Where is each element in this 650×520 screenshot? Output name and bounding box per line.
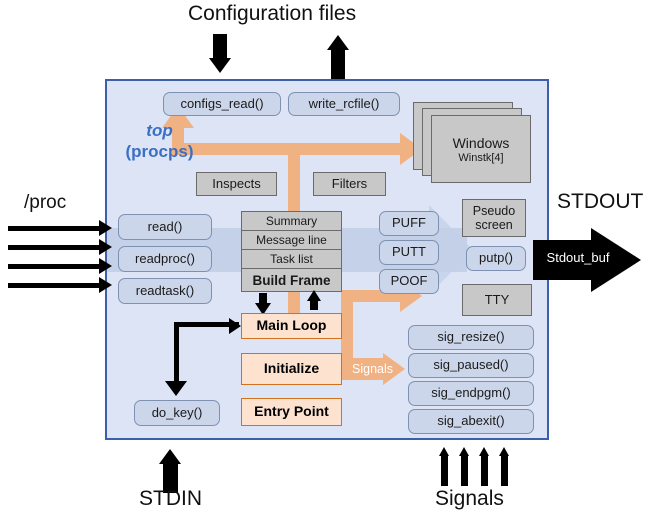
- build-frame-row-build-frame[interactable]: Build Frame: [241, 268, 342, 292]
- pseudo-screen-box[interactable]: Pseudo screen: [462, 199, 526, 237]
- sig-resize-box[interactable]: sig_resize(): [408, 325, 534, 350]
- brand-line-1: top: [146, 121, 173, 140]
- initialize-box[interactable]: Initialize: [241, 353, 342, 385]
- configs-read-box[interactable]: configs_read(): [163, 92, 281, 116]
- read-label: read(): [147, 218, 183, 234]
- pseudo-screen-line-2: screen: [475, 218, 513, 232]
- label-configuration-files: Configuration files: [188, 2, 357, 25]
- poof-label: POOF: [390, 273, 428, 289]
- build-frame-row-task-list[interactable]: Task list: [241, 249, 342, 269]
- readproc-box[interactable]: readproc(): [118, 246, 212, 272]
- puff-box[interactable]: PUFF: [379, 211, 439, 236]
- sig-resize-label: sig_resize(): [437, 329, 505, 345]
- window-card-front: Windows Winstk[4]: [431, 115, 531, 183]
- sig-endpgm-label: sig_endpgm(): [431, 385, 511, 401]
- putt-label: PUTT: [392, 244, 426, 260]
- entry-point-box[interactable]: Entry Point: [241, 398, 342, 426]
- tty-label: TTY: [484, 291, 510, 307]
- poof-box[interactable]: POOF: [379, 269, 439, 294]
- stdout-arrow: Stdout_buf: [533, 228, 641, 292]
- write-rcfile-label: write_rcfile(): [308, 95, 380, 111]
- build-frame-label: Build Frame: [252, 272, 331, 288]
- sig-paused-box[interactable]: sig_paused(): [408, 353, 534, 378]
- inspects-label: Inspects: [212, 175, 261, 191]
- sig-abexit-box[interactable]: sig_abexit(): [408, 409, 534, 434]
- label-stdout: STDOUT: [557, 190, 644, 213]
- write-rcfile-box[interactable]: write_rcfile(): [288, 92, 400, 116]
- label-signals: Signals: [435, 487, 504, 510]
- build-frame-row-message-line[interactable]: Message line: [241, 230, 342, 250]
- initialize-label: Initialize: [263, 360, 320, 377]
- do-key-box[interactable]: do_key(): [134, 400, 220, 426]
- sig-endpgm-box[interactable]: sig_endpgm(): [408, 381, 534, 406]
- build-frame-row-summary[interactable]: Summary: [241, 211, 342, 231]
- main-loop-label: Main Loop: [256, 317, 327, 334]
- signals-arrow-label: Signals: [352, 362, 393, 376]
- inspects-box[interactable]: Inspects: [196, 172, 277, 196]
- putt-box[interactable]: PUTT: [379, 240, 439, 265]
- sig-abexit-label: sig_abexit(): [437, 413, 505, 429]
- summary-label: Summary: [265, 214, 318, 228]
- sig-paused-label: sig_paused(): [433, 357, 509, 373]
- diagram-canvas: Configuration files Signals configs_read…: [0, 0, 650, 520]
- tty-box[interactable]: TTY: [462, 284, 532, 316]
- task-list-label: Task list: [270, 252, 313, 266]
- configs-read-label: configs_read(): [180, 95, 264, 111]
- main-loop-box[interactable]: Main Loop: [241, 313, 342, 339]
- stdout-buf-label: Stdout_buf: [546, 250, 610, 265]
- putp-label: putp(): [479, 250, 513, 266]
- putp-box[interactable]: putp(): [466, 246, 526, 271]
- readproc-label: readproc(): [135, 250, 195, 266]
- windows-subtitle: Winstk[4]: [458, 151, 504, 164]
- filters-box[interactable]: Filters: [313, 172, 386, 196]
- label-proc: /proc: [24, 192, 67, 213]
- readtask-label: readtask(): [135, 282, 195, 298]
- windows-title: Windows: [452, 134, 510, 151]
- pseudo-screen-line-1: Pseudo: [472, 204, 516, 218]
- message-line-label: Message line: [256, 233, 327, 247]
- brand-label: top (procps): [112, 120, 207, 163]
- brand-line-2: (procps): [125, 142, 194, 162]
- read-box[interactable]: read(): [118, 214, 212, 240]
- windows-stack[interactable]: Windows Winstk[4]: [413, 102, 535, 189]
- label-stdin: STDIN: [139, 487, 202, 510]
- puff-label: PUFF: [392, 215, 426, 231]
- entry-point-label: Entry Point: [254, 403, 329, 420]
- do-key-label: do_key(): [151, 404, 203, 420]
- filters-label: Filters: [331, 175, 368, 191]
- readtask-box[interactable]: readtask(): [118, 278, 212, 304]
